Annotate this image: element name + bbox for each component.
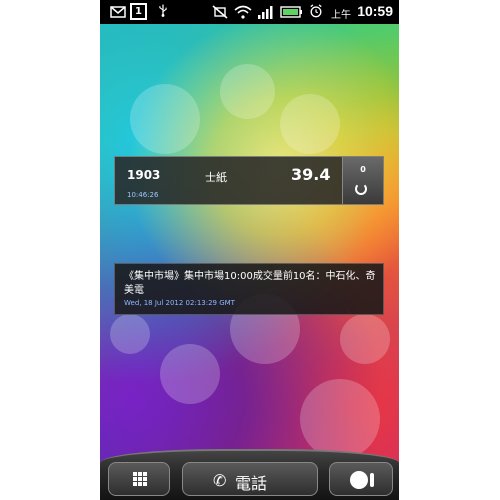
phone-button-label: 電話: [235, 474, 268, 493]
refresh-icon: [355, 183, 367, 195]
all-apps-button[interactable]: [108, 462, 170, 496]
battery-icon: [280, 6, 302, 18]
wallpaper: [100, 24, 399, 500]
personalize-button[interactable]: [329, 462, 393, 496]
news-widget[interactable]: 《集中市場》集中市場10:00成交量前10名：中石化、奇美電 Wed, 18 J…: [114, 263, 384, 315]
calendar-day: 1: [135, 6, 142, 17]
phone-handset-icon: ✆: [213, 471, 227, 490]
stock-widget[interactable]: 1903 士紙 39.4 10:46:26 0: [114, 156, 384, 205]
usb-icon: [159, 4, 167, 17]
calendar-icon: 1: [130, 3, 147, 20]
stock-refresh-button[interactable]: 0: [342, 157, 383, 204]
stock-code: 1903: [127, 168, 161, 182]
stock-update-time: 10:46:26: [127, 191, 159, 199]
status-ampm: 上午: [331, 10, 351, 21]
personalize-brush-icon: [370, 473, 374, 487]
phone-screen: 1 上午 10:59 1903 士紙 39.4 10:46:26 0 《集中市場…: [100, 0, 399, 500]
alarm-icon: [310, 4, 322, 18]
wifi-icon: [234, 5, 252, 19]
status-clock: 10:59: [357, 3, 393, 19]
mute-icon: [212, 5, 228, 19]
stock-price: 39.4: [291, 165, 331, 184]
phone-button[interactable]: ✆ 電話: [182, 462, 318, 496]
personalize-icon: [350, 471, 368, 489]
news-date: Wed, 18 Jul 2012 02:13:29 GMT: [124, 299, 235, 307]
stock-change: 0: [360, 165, 366, 174]
mail-icon: [110, 6, 126, 18]
stock-name: 士紙: [205, 171, 227, 184]
app-grid-icon: [133, 472, 148, 487]
signal-icon: [258, 6, 273, 19]
news-headline: 《集中市場》集中市場10:00成交量前10名：中石化、奇美電: [124, 271, 376, 296]
status-bar: 1 上午 10:59: [100, 0, 399, 24]
